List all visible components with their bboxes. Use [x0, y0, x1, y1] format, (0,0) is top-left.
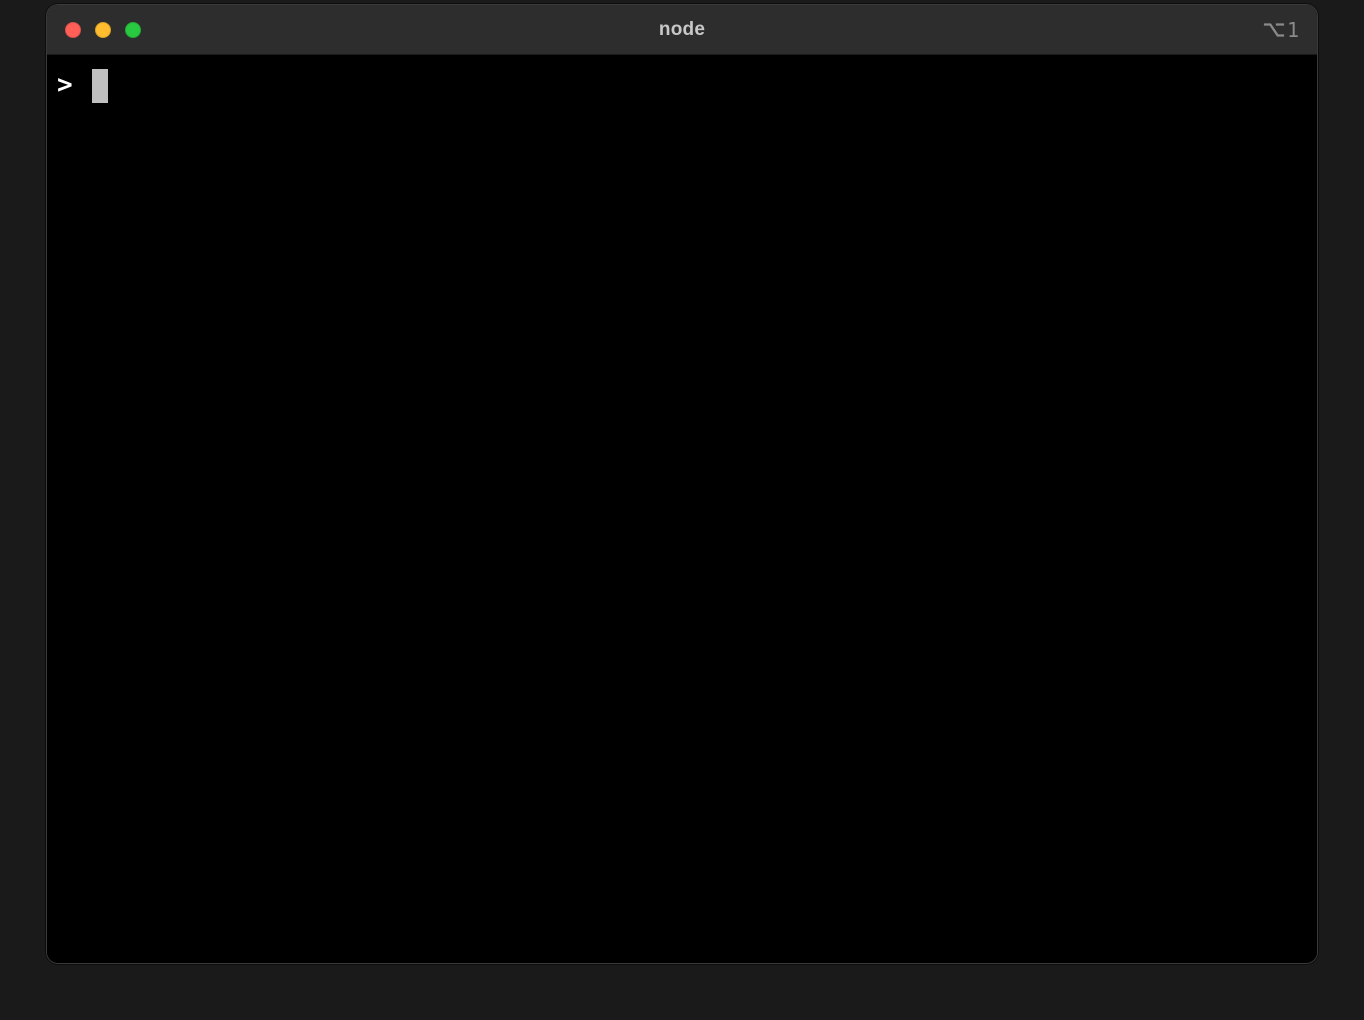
pane-number: 1: [1287, 18, 1299, 42]
zoom-button[interactable]: [125, 22, 141, 38]
title-bar[interactable]: node 1: [47, 5, 1317, 55]
prompt-symbol: >: [57, 69, 73, 103]
option-key-icon: [1263, 21, 1285, 39]
cursor: [92, 69, 108, 103]
terminal-window: node 1 >: [46, 4, 1318, 964]
prompt-line: >: [57, 69, 1307, 103]
pane-indicator: 1: [1263, 18, 1299, 42]
close-button[interactable]: [65, 22, 81, 38]
terminal-body[interactable]: >: [47, 55, 1317, 963]
traffic-lights: [47, 22, 141, 38]
window-title: node: [659, 19, 705, 41]
minimize-button[interactable]: [95, 22, 111, 38]
